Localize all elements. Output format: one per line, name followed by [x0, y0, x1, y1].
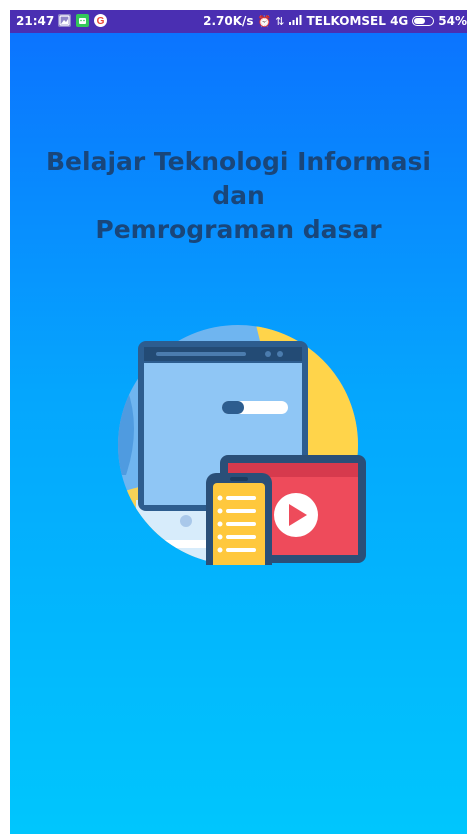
- splash-screen: Belajar Teknologi Informasi dan Pemrogra…: [10, 33, 467, 834]
- carrier-name: TELKOMSEL 4G: [306, 14, 409, 28]
- alarm-icon: ⏰: [257, 14, 272, 28]
- svg-text:G: G: [97, 16, 105, 27]
- gallery-icon: [58, 14, 71, 27]
- status-bar: 21:47 G 2.70K/s ⏰ ⇅ TELKOMSEL 4G 54%: [10, 10, 467, 33]
- network-speed: 2.70K/s: [203, 14, 254, 28]
- phone-screen: 21:47 G 2.70K/s ⏰ ⇅ TELKOMSEL 4G 54% Bel…: [10, 10, 467, 834]
- title-line-3: Pemrograman dasar: [95, 215, 382, 244]
- splash-title: Belajar Teknologi Informasi dan Pemrogra…: [10, 145, 467, 247]
- devices-video-illustration: [116, 325, 366, 577]
- battery-icon: [412, 16, 435, 26]
- data-arrows-icon: ⇅: [275, 14, 285, 28]
- status-time: 21:47: [16, 14, 55, 28]
- android-icon: [76, 14, 89, 27]
- google-icon: G: [94, 14, 107, 27]
- signal-icon: [288, 14, 302, 28]
- title-line-2: dan: [212, 181, 265, 210]
- battery-percent: 54%: [438, 14, 467, 28]
- status-right-group: 2.70K/s ⏰ ⇅ TELKOMSEL 4G 54%: [203, 14, 467, 28]
- title-line-1: Belajar Teknologi Informasi: [46, 147, 431, 176]
